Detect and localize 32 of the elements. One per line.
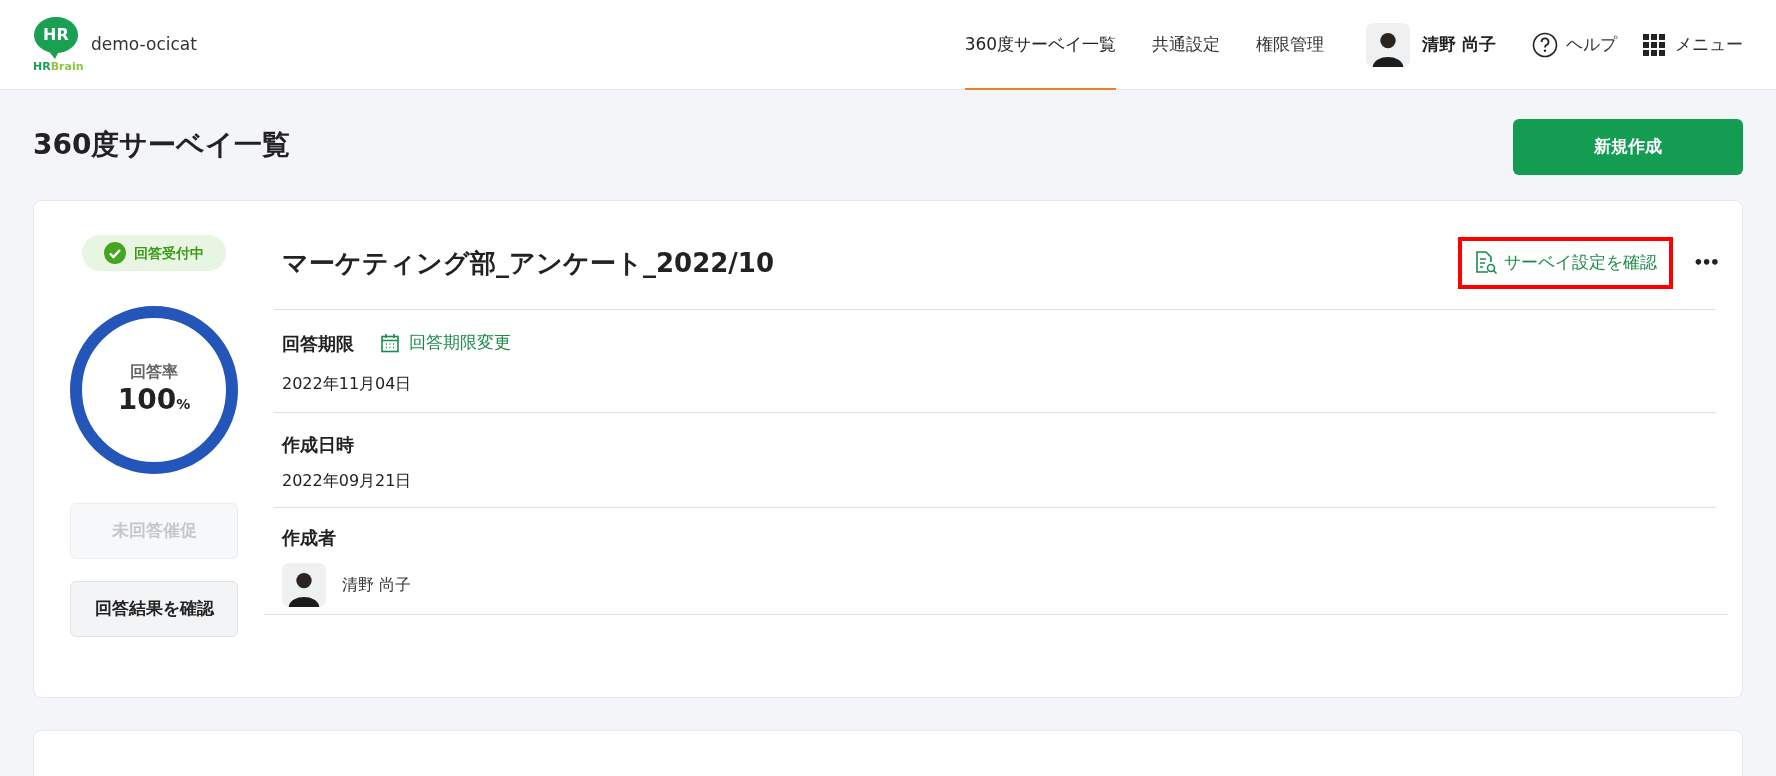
create-button[interactable]: 新規作成: [1513, 119, 1743, 175]
status-badge: 回答受付中: [82, 235, 226, 271]
nav-tab[interactable]: 共通設定: [1152, 0, 1221, 90]
help-icon[interactable]: [1532, 31, 1558, 58]
change-deadline-link[interactable]: 回答期限変更: [380, 330, 511, 356]
menu-link[interactable]: メニュー: [1675, 31, 1743, 58]
page-title: 360度サーベイ一覧: [33, 127, 291, 163]
document-search-icon: [1474, 250, 1499, 276]
avatar: [282, 563, 326, 607]
more-button[interactable]: •••: [1693, 251, 1718, 275]
field-label: 作成者: [280, 525, 337, 550]
survey-title: マーケティング部_アンケート_2022/10: [282, 246, 776, 280]
rate-label: 回答率: [130, 361, 178, 383]
calendar-icon: [380, 333, 400, 353]
nav-tab[interactable]: 権限管理: [1256, 0, 1325, 90]
avatar: [1366, 22, 1411, 67]
tenant-name: demo-ocicat: [91, 32, 197, 56]
nav-tab[interactable]: 360度サーベイ一覧: [964, 0, 1117, 90]
help-link[interactable]: ヘルプ: [1566, 31, 1617, 58]
field-value: 2022年11月04日: [281, 373, 413, 395]
field-label: 作成日時: [280, 432, 355, 457]
logo-wordmark: HRBrain: [33, 58, 84, 75]
rate-value: 100%: [117, 384, 191, 418]
creator-name: 清野 尚子: [342, 574, 412, 596]
logo-mark: HR: [43, 23, 69, 46]
results-button[interactable]: 回答結果を確認: [70, 581, 238, 637]
field-label: 回答期限: [282, 331, 354, 356]
check-icon: [104, 242, 126, 264]
grid-menu-icon[interactable]: [1643, 33, 1665, 56]
field-value: 2022年09月21日: [281, 470, 413, 492]
settings-link[interactable]: サーベイ設定を確認: [1458, 237, 1674, 289]
user-name[interactable]: 清野 尚子: [1422, 31, 1496, 58]
